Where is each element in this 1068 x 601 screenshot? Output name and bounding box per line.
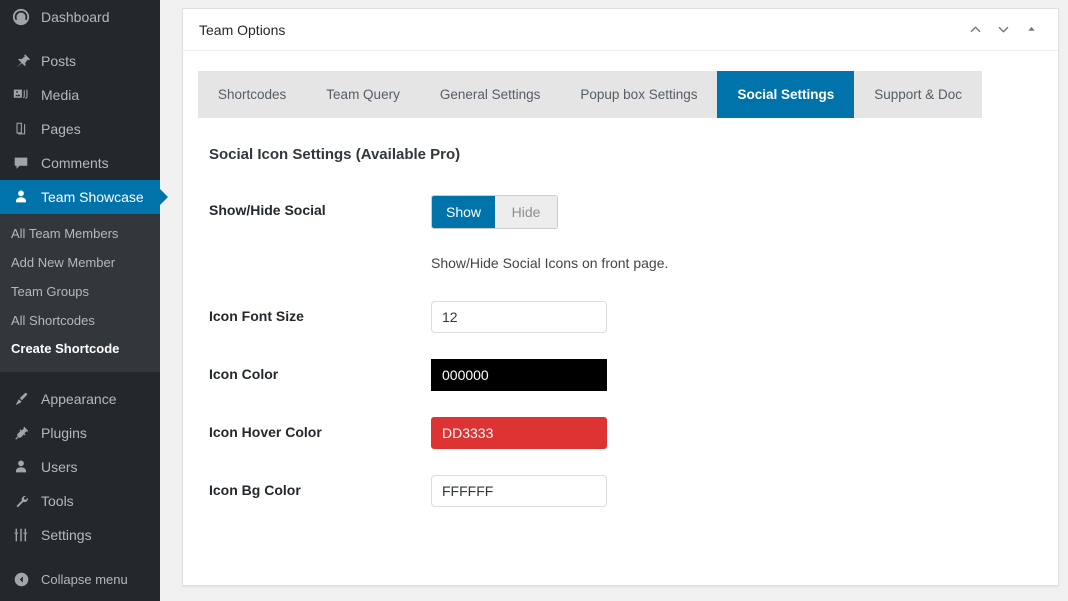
tab-support-and-doc[interactable]: Support & Doc: [854, 71, 983, 118]
move-up-icon[interactable]: [962, 17, 988, 43]
sidebar-item-dashboard[interactable]: Dashboard: [0, 0, 160, 34]
toggle-option-hide[interactable]: Hide: [495, 196, 558, 228]
sidebar-item-appearance[interactable]: Appearance: [0, 382, 160, 416]
sidebar-item-label: Appearance: [41, 391, 117, 408]
users-icon: [10, 457, 32, 477]
media-icon: [10, 85, 32, 105]
sidebar-item-label: Posts: [41, 53, 77, 69]
field-control-icon-font-size: 12: [431, 301, 1058, 333]
user-icon: [10, 187, 32, 207]
field-row-icon-color: Icon Color 000000: [209, 359, 1058, 391]
sidebar-item-label: Users: [41, 459, 78, 476]
toggle-panel-icon[interactable]: [1018, 17, 1044, 43]
sidebar-divider: [0, 34, 160, 44]
section-heading: Social Icon Settings (Available Pro): [209, 146, 461, 163]
field-row-icon-hover-color: Icon Hover Color DD3333: [209, 417, 1058, 449]
pin-icon: [10, 51, 32, 71]
page-title: Team Options: [199, 21, 286, 38]
collapse-arrow-icon: [10, 569, 32, 589]
sidebar-item-plugins[interactable]: Plugins: [0, 416, 160, 450]
field-control-show-hide-social: Show Hide Show/Hide Social Icons on fron…: [431, 195, 1058, 271]
sidebar-item-pages[interactable]: Pages: [0, 112, 160, 146]
sidebar-item-media[interactable]: Media: [0, 78, 160, 112]
pages-icon: [10, 119, 32, 139]
icon-color-input[interactable]: 000000: [431, 359, 607, 391]
tab-popup-box-settings[interactable]: Popup box Settings: [560, 71, 718, 118]
sidebar-item-label: Tools: [41, 493, 74, 510]
show-hide-toggle[interactable]: Show Hide: [431, 195, 559, 229]
submenu-item-all-team-members[interactable]: All Team Members: [0, 220, 160, 249]
sidebar-item-label: Plugins: [41, 425, 87, 442]
collapse-menu-button[interactable]: Collapse menu: [0, 562, 160, 596]
sidebar-item-label: Team Showcase: [41, 189, 144, 205]
field-control-icon-hover-color: DD3333: [431, 417, 1058, 449]
field-label-icon-bg-color: Icon Bg Color: [209, 482, 301, 498]
sidebar-divider: [0, 552, 160, 562]
field-label-show-hide-social: Show/Hide Social: [209, 202, 326, 218]
sidebar-item-posts[interactable]: Posts: [0, 44, 160, 78]
submenu-item-add-new-member[interactable]: Add New Member: [0, 249, 160, 278]
sidebar-item-users[interactable]: Users: [0, 450, 160, 484]
tab-shortcodes[interactable]: Shortcodes: [198, 71, 307, 118]
tab-social-settings[interactable]: Social Settings: [717, 71, 855, 118]
field-row-icon-font-size: Icon Font Size 12: [209, 301, 1058, 333]
sidebar-submenu: All Team Members Add New Member Team Gro…: [0, 214, 160, 373]
toggle-option-show[interactable]: Show: [432, 196, 496, 228]
sidebar-item-label: Comments: [41, 155, 109, 171]
icon-hover-color-input[interactable]: DD3333: [431, 417, 607, 449]
sliders-icon: [10, 525, 32, 545]
settings-content: Social Icon Settings (Available Pro) Sho…: [183, 118, 1058, 507]
field-row-show-hide-social: Show/Hide Social Show Hide Show/Hide Soc…: [209, 195, 1058, 271]
field-row-icon-bg-color: Icon Bg Color FFFFFF: [209, 475, 1058, 507]
submenu-item-create-shortcode[interactable]: Create Shortcode: [0, 335, 160, 364]
field-label-icon-color: Icon Color: [209, 366, 279, 382]
sidebar-item-label: Dashboard: [41, 9, 110, 25]
tab-general-settings[interactable]: General Settings: [419, 71, 561, 118]
field-label-icon-hover-color: Icon Hover Color: [209, 424, 322, 440]
field-control-icon-bg-color: FFFFFF: [431, 475, 1058, 507]
icon-bg-color-input[interactable]: FFFFFF: [431, 475, 607, 507]
wrench-icon: [10, 491, 32, 511]
submenu-item-team-groups[interactable]: Team Groups: [0, 278, 160, 307]
dashboard-icon: [10, 7, 32, 27]
sidebar-item-comments[interactable]: Comments: [0, 146, 160, 180]
plug-icon: [10, 423, 32, 443]
sidebar-item-team-showcase[interactable]: Team Showcase: [0, 180, 168, 214]
collapse-menu-label: Collapse menu: [41, 571, 128, 587]
sidebar-item-label: Media: [41, 87, 80, 103]
comment-icon: [10, 153, 32, 173]
field-control-icon-color: 000000: [431, 359, 1058, 391]
settings-tabs: Shortcodes Team Query General Settings P…: [183, 51, 1058, 118]
team-options-panel: Team Options Shortcodes Team Query Gener…: [182, 8, 1059, 586]
submenu-item-all-shortcodes[interactable]: All Shortcodes: [0, 307, 160, 336]
tab-team-query[interactable]: Team Query: [306, 71, 420, 118]
field-label-icon-font-size: Icon Font Size: [209, 308, 304, 324]
brush-icon: [10, 389, 32, 409]
move-down-icon[interactable]: [990, 17, 1016, 43]
panel-header: Team Options: [183, 9, 1058, 51]
sidebar-item-settings[interactable]: Settings: [0, 518, 160, 552]
sidebar-item-label: Pages: [41, 121, 81, 137]
sidebar-item-label: Settings: [41, 527, 92, 544]
icon-font-size-input[interactable]: 12: [431, 301, 607, 333]
admin-sidebar: Dashboard Posts Media Pages Comments Tea…: [0, 0, 168, 601]
show-hide-help-text: Show/Hide Social Icons on front page.: [431, 255, 669, 271]
sidebar-item-tools[interactable]: Tools: [0, 484, 160, 518]
sidebar-divider: [0, 372, 160, 382]
